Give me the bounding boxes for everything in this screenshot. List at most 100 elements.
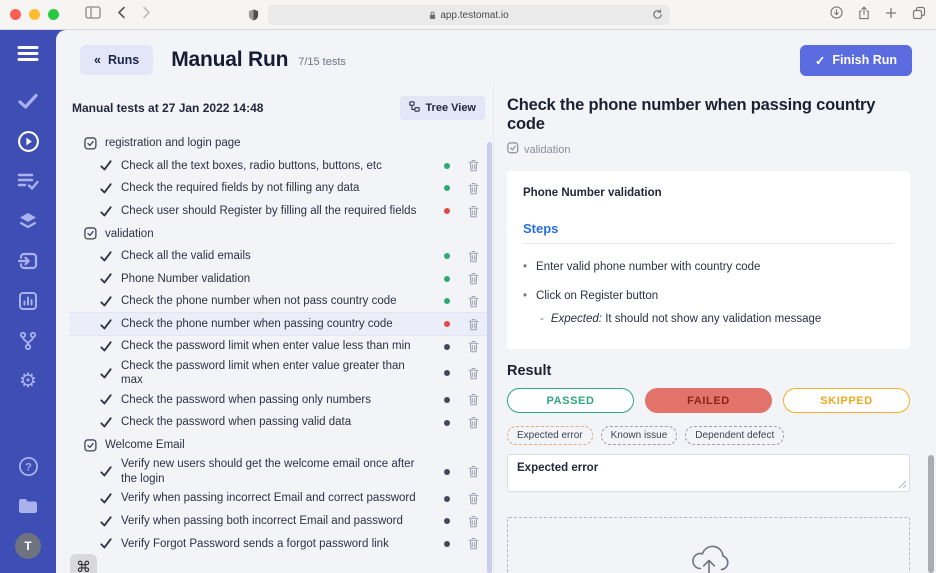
status-dot: [444, 541, 450, 547]
checkbox-check-icon: [84, 137, 97, 150]
settings-gear-icon[interactable]: ⚙: [15, 368, 41, 394]
test-list-panel: Manual tests at 27 Jan 2022 14:48 Tree V…: [56, 84, 493, 573]
close-window-button[interactable]: [10, 9, 21, 20]
help-icon[interactable]: ?: [15, 453, 41, 479]
back-to-runs-button[interactable]: « Runs: [80, 45, 153, 75]
app-sidebar: ⚙ ? T: [0, 30, 56, 573]
branch-icon[interactable]: [15, 328, 41, 354]
share-icon[interactable]: [858, 6, 870, 25]
delete-test-button[interactable]: [468, 159, 479, 172]
list-scrollbar[interactable]: [487, 142, 492, 573]
tree-view-button[interactable]: Tree View: [400, 96, 485, 120]
result-comment-input[interactable]: Expected error: [507, 454, 910, 492]
browser-sidebar-icon[interactable]: [85, 6, 101, 24]
url-bar[interactable]: app.testomat.io: [268, 5, 670, 25]
test-row[interactable]: Check the phone number when passing coun…: [70, 313, 487, 336]
test-row[interactable]: Check user should Register by filling al…: [70, 200, 487, 223]
test-row[interactable]: Check the password when passing only num…: [70, 389, 487, 412]
delete-test-button[interactable]: [468, 537, 479, 550]
delete-test-button[interactable]: [468, 367, 479, 380]
test-row[interactable]: Check all the text boxes, radio buttons,…: [70, 155, 487, 178]
forward-icon[interactable]: [142, 6, 151, 24]
privacy-shield-icon[interactable]: [248, 8, 259, 27]
test-detail-panel: Check the phone number when passing coun…: [493, 84, 936, 573]
avatar[interactable]: T: [15, 533, 41, 559]
defect-tag[interactable]: Dependent defect: [685, 426, 784, 445]
keyboard-shortcuts-button[interactable]: ⌘: [70, 554, 97, 573]
description-subtitle: Phone Number validation: [523, 187, 894, 199]
test-row[interactable]: Check the password when passing valid da…: [70, 411, 487, 434]
status-dot: [444, 208, 450, 214]
test-group-row[interactable]: registration and login page: [70, 132, 487, 155]
delete-test-button[interactable]: [468, 515, 479, 528]
defect-tag[interactable]: Expected error: [507, 426, 593, 445]
test-row[interactable]: Check the phone number when not pass cou…: [70, 290, 487, 313]
status-dot: [444, 298, 450, 304]
delete-test-button[interactable]: [468, 393, 479, 406]
status-button-skipped[interactable]: SKIPPED: [783, 388, 910, 413]
status-dot: [444, 163, 450, 169]
test-row[interactable]: Verify when passing incorrect Email and …: [70, 487, 487, 510]
tab-overview-icon[interactable]: [912, 6, 926, 25]
check-icon: [100, 516, 112, 527]
runs-play-icon[interactable]: [15, 128, 41, 154]
delete-test-button[interactable]: [468, 182, 479, 195]
projects-folder-icon[interactable]: [15, 493, 41, 519]
test-row[interactable]: Phone Number validation: [70, 268, 487, 291]
test-row[interactable]: Verify new users should get the welcome …: [70, 456, 487, 487]
test-row[interactable]: Check all the valid emails: [70, 245, 487, 268]
status-button-failed[interactable]: FAILED: [645, 388, 772, 413]
import-icon[interactable]: [15, 248, 41, 274]
result-heading: Result: [507, 363, 910, 379]
analytics-icon[interactable]: [15, 288, 41, 314]
step-item: •Enter valid phone number with country c…: [523, 261, 894, 273]
bullet-icon: •: [523, 261, 527, 273]
page-scrollbar[interactable]: [928, 455, 934, 573]
check-icon: [100, 273, 112, 284]
downloads-icon[interactable]: [830, 6, 843, 24]
step-item: •Click on Register button: [523, 290, 894, 302]
status-dot: [444, 370, 450, 376]
test-row[interactable]: Check the password limit when enter valu…: [70, 358, 487, 389]
test-group-row[interactable]: Welcome Email: [70, 434, 487, 457]
suite-tag[interactable]: validation: [507, 142, 910, 157]
url-text: app.testomat.io: [440, 10, 508, 21]
minimize-window-button[interactable]: [29, 9, 40, 20]
zoom-window-button[interactable]: [48, 9, 59, 20]
delete-test-button[interactable]: [468, 295, 479, 308]
test-group-row[interactable]: validation: [70, 222, 487, 245]
back-icon[interactable]: [117, 6, 126, 24]
delete-test-button[interactable]: [468, 492, 479, 505]
status-buttons: PASSED FAILED SKIPPED: [507, 388, 910, 413]
test-row[interactable]: Verify when passing both incorrect Email…: [70, 510, 487, 533]
delete-test-button[interactable]: [468, 318, 479, 331]
delete-test-button[interactable]: [468, 416, 479, 429]
test-title: Check the phone number when passing coun…: [507, 96, 910, 134]
layers-icon[interactable]: [15, 208, 41, 234]
file-dropzone[interactable]: Browse a file or drop it here. Click her…: [507, 517, 910, 573]
new-tab-icon[interactable]: [885, 6, 897, 24]
status-dot: [444, 185, 450, 191]
delete-test-button[interactable]: [468, 250, 479, 263]
test-row[interactable]: Verify Forgot Password sends a forgot pa…: [70, 532, 487, 555]
svg-text:?: ?: [25, 461, 32, 473]
status-button-passed[interactable]: PASSED: [507, 388, 634, 413]
delete-test-button[interactable]: [468, 465, 479, 478]
test-row[interactable]: Check the required fields by not filling…: [70, 177, 487, 200]
test-row[interactable]: Check the password limit when enter valu…: [70, 335, 487, 358]
delete-test-button[interactable]: [468, 272, 479, 285]
defect-tag[interactable]: Known issue: [601, 426, 678, 445]
status-dot: [444, 469, 450, 475]
tests-check-icon[interactable]: [15, 88, 41, 114]
double-chevron-left-icon: «: [94, 53, 101, 67]
bullet-icon: •: [523, 290, 527, 302]
menu-icon[interactable]: [15, 40, 41, 66]
delete-test-button[interactable]: [468, 205, 479, 218]
check-icon: [100, 206, 112, 217]
suites-list-check-icon[interactable]: [15, 168, 41, 194]
reload-icon[interactable]: [652, 9, 663, 23]
delete-test-button[interactable]: [468, 340, 479, 353]
page-header: « Runs Manual Run 7/15 tests ✓ Finish Ru…: [56, 30, 936, 84]
finish-run-button[interactable]: ✓ Finish Run: [800, 45, 912, 76]
run-progress: 7/15 tests: [298, 56, 346, 68]
